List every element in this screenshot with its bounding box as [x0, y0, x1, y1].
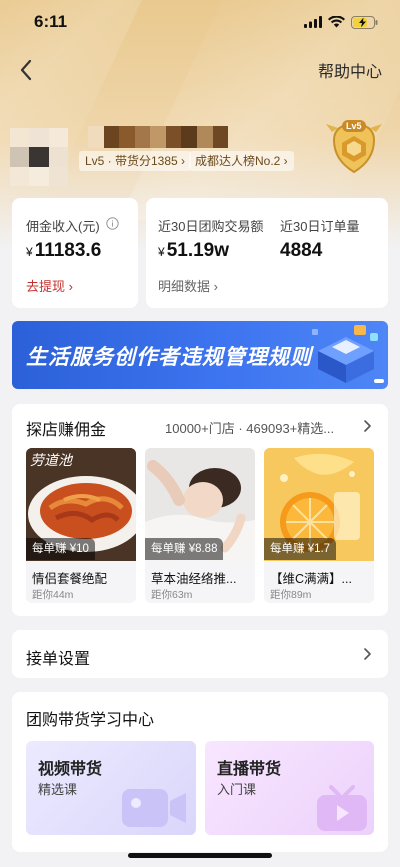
- currency-symbol: ¥: [26, 245, 33, 259]
- commission-card[interactable]: 佣金收入(元) ¥11183.6 去提现 ›: [12, 198, 138, 308]
- shop-distance: 距你63m: [151, 589, 193, 601]
- explore-summary[interactable]: 10000+门店 · 469093+精选...: [165, 418, 334, 437]
- course-subtitle: 精选课: [38, 782, 78, 797]
- commission-value: ¥11183.6: [26, 240, 101, 262]
- stats-card: 近30日团购交易额 ¥51.19w 明细数据 › 近30日订单量 4884: [146, 198, 388, 308]
- back-button[interactable]: [14, 55, 38, 85]
- shop-name: 草本油经络推...: [151, 572, 237, 586]
- battery-charging-icon: [351, 15, 378, 29]
- orders-label: 近30日订单量: [280, 219, 360, 234]
- nav-bar: 帮助中心: [0, 52, 400, 88]
- chevron-left-icon: [20, 59, 32, 81]
- orders-value: 4884: [280, 240, 323, 261]
- course-title: 直播带货: [217, 761, 282, 778]
- wifi-icon: [328, 16, 345, 28]
- commission-per-order: 每单赚 ¥8.88: [145, 538, 224, 560]
- username-pixelated: [88, 126, 229, 148]
- commission-label: 佣金收入(元): [26, 219, 100, 234]
- shop-card[interactable]: 每单赚 ¥1.7 【维C满满】... 距你89m: [264, 448, 374, 603]
- commission-per-order: 每单赚 ¥1.7: [264, 538, 337, 560]
- status-time: 6:11: [34, 12, 68, 31]
- status-icons: [304, 15, 378, 29]
- gmv-value: ¥51.19w: [158, 240, 229, 262]
- rank-tag[interactable]: 成都达人榜No.2 ›: [189, 151, 294, 171]
- video-course-card[interactable]: 视频带货 精选课: [26, 741, 196, 835]
- course-title: 视频带货: [38, 761, 103, 778]
- signal-icon: [304, 16, 322, 28]
- withdraw-link[interactable]: 去提现 ›: [26, 276, 73, 295]
- info-icon[interactable]: [106, 217, 119, 230]
- banner-title: 生活服务创作者违规管理规则: [26, 346, 312, 369]
- shop-distance: 距你89m: [270, 589, 312, 601]
- order-settings-row[interactable]: 接单设置: [12, 630, 388, 678]
- chevron-right-icon: [364, 648, 371, 660]
- shop-distance: 距你44m: [32, 589, 74, 601]
- avatar[interactable]: [10, 128, 68, 186]
- shop-card[interactable]: 劳道池 每单赚 ¥10 情侣套餐绝配 距你44m: [26, 448, 136, 603]
- shop-card[interactable]: 每单赚 ¥8.88 草本油经络推... 距你63m: [145, 448, 255, 603]
- commission-amount: 11183.6: [34, 240, 102, 261]
- commission-per-order: 每单赚 ¥10: [26, 538, 95, 560]
- home-indicator: [128, 853, 272, 858]
- rules-banner[interactable]: 生活服务创作者违规管理规则: [12, 321, 388, 389]
- help-center-link[interactable]: 帮助中心: [318, 58, 382, 82]
- order-settings-label: 接单设置: [26, 651, 91, 668]
- course-subtitle: 入门课: [217, 782, 257, 797]
- shop-name: 情侣套餐绝配: [32, 572, 108, 586]
- detail-data-link[interactable]: 明细数据 ›: [158, 276, 218, 295]
- learning-center-title: 团购带货学习中心: [26, 712, 155, 729]
- banner-illustration: [312, 325, 384, 383]
- shop-sign-text: 劳道池: [30, 452, 72, 468]
- tv-play-icon: [317, 785, 367, 831]
- shop-name: 【维C满满】...: [270, 572, 352, 586]
- level-badge[interactable]: Lv5: [322, 114, 386, 178]
- level-tag[interactable]: Lv5 · 带货分1385 ›: [79, 151, 192, 171]
- currency-symbol: ¥: [158, 245, 165, 259]
- live-course-card[interactable]: 直播带货 入门课: [205, 741, 374, 835]
- video-camera-icon: [122, 789, 186, 827]
- badge-label: Lv5: [346, 121, 362, 131]
- status-bar: 6:11: [0, 0, 400, 44]
- gmv-amount: 51.19w: [166, 240, 230, 261]
- chevron-right-icon[interactable]: [363, 419, 372, 433]
- explore-title: 探店赚佣金: [26, 422, 107, 439]
- gmv-label: 近30日团购交易额: [158, 219, 264, 234]
